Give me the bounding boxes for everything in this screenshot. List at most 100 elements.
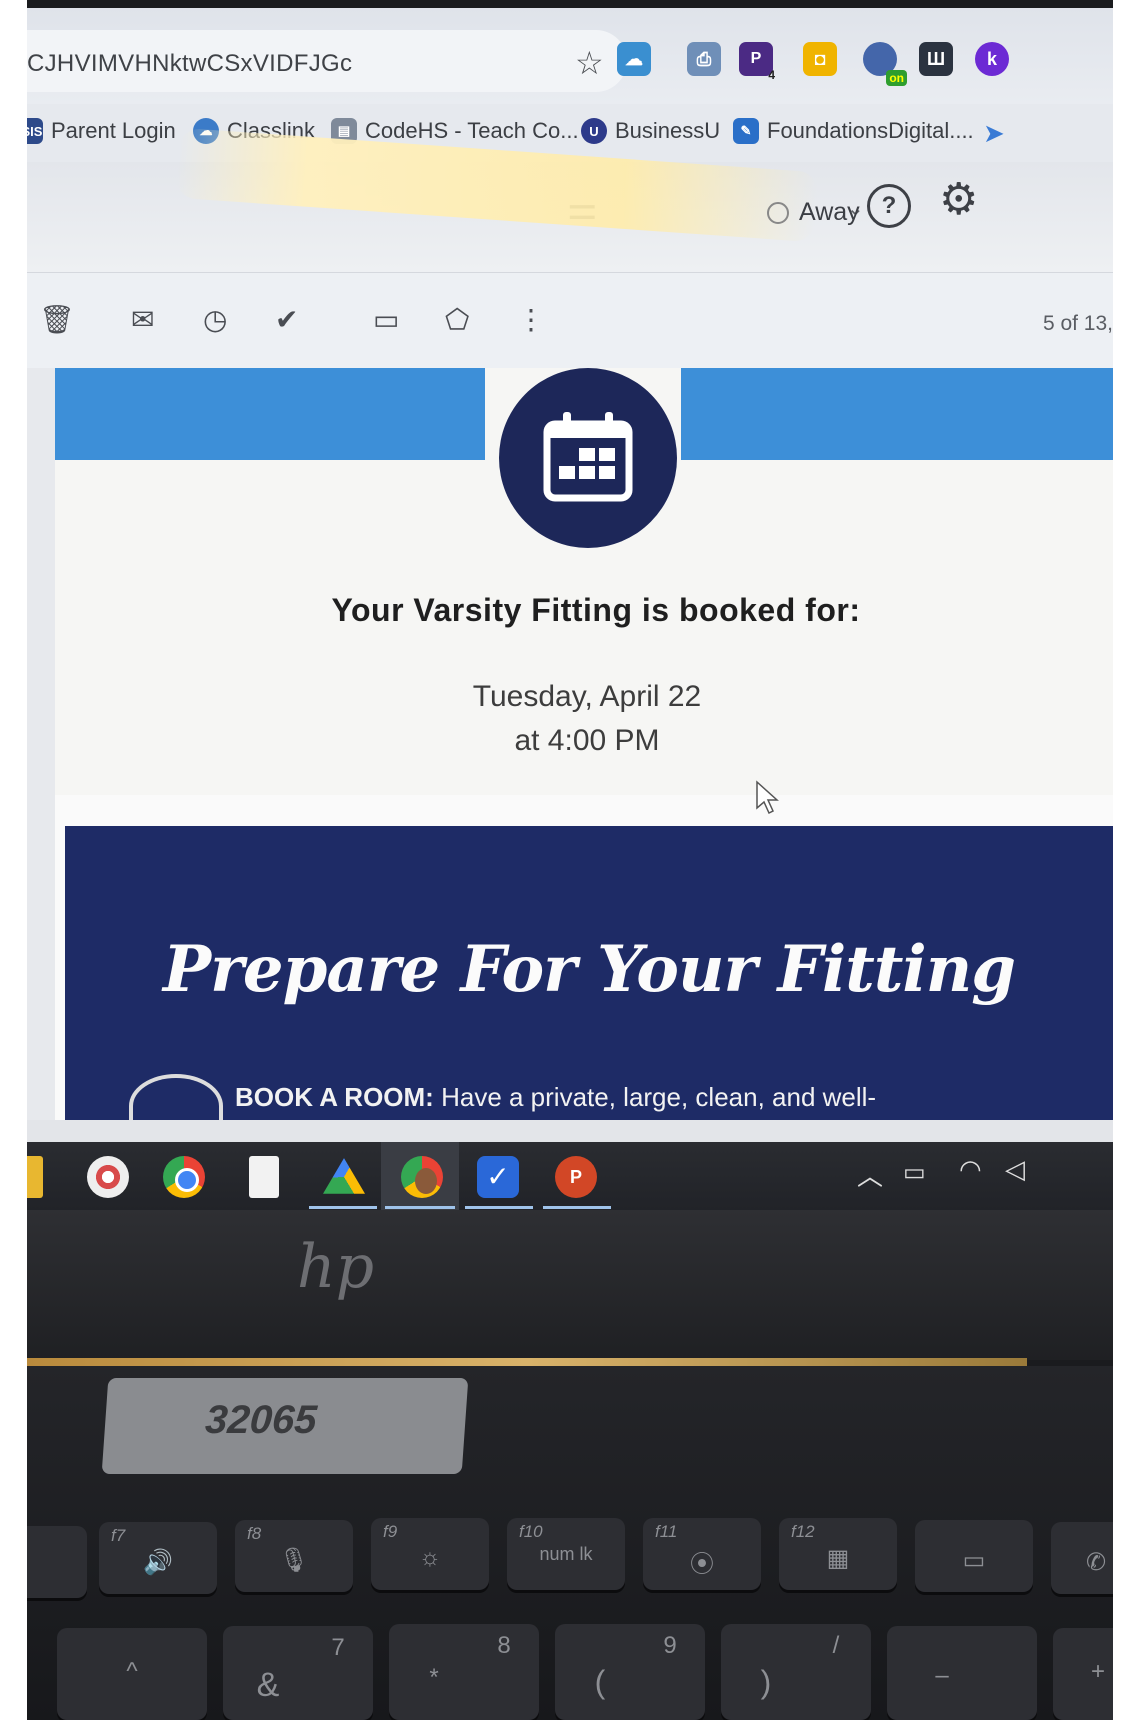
key-symbol: & [256,1666,280,1704]
book-room-text: BOOK A ROOM: Have a private, large, clea… [235,1082,876,1113]
businessu-icon: U [581,118,607,144]
key-plus[interactable]: + [1053,1628,1113,1720]
mark-unread-icon[interactable]: ✉ [131,303,154,336]
extension-on-icon[interactable]: on [863,42,907,86]
chrome-icon[interactable] [163,1156,205,1198]
snooze-clock-icon[interactable]: ◷ [203,303,227,336]
booking-headline: Your Varsity Fitting is booked for: [331,592,861,628]
chrome-profile-icon[interactable] [401,1156,443,1198]
key-symbol: ( [594,1664,606,1700]
foundations-icon: ✎ [733,118,759,144]
key-caret[interactable]: ^ [57,1628,207,1720]
key-f7[interactable]: f7 🔊 [99,1522,217,1594]
brightness-icon: ☼ [419,1544,441,1571]
bookmark-label: FoundationsDigital.... [767,118,974,143]
key-fn-label: f7 [111,1526,126,1545]
status-away[interactable]: Away [767,198,860,227]
bookmark-star-icon[interactable]: ☆ [575,44,604,82]
mic-mute-icon: 🎙 [278,1547,310,1574]
snipping-tool-icon[interactable] [87,1156,129,1198]
key-9[interactable]: ( 9 [555,1624,705,1720]
key-minus[interactable]: – [887,1626,1037,1720]
booking-date: Tuesday, April 22 [472,680,702,713]
help-icon[interactable]: ? [867,184,911,228]
numlock-label: num lk [539,1544,593,1564]
key-7[interactable]: & 7 [223,1626,373,1720]
file-explorer-icon[interactable] [27,1156,43,1198]
delete-trash-icon[interactable]: 🗑 [39,303,75,336]
check-app-icon[interactable]: ✓ [477,1156,519,1198]
calendar-badge [499,368,677,548]
settings-gear-icon[interactable]: ⚙ [939,174,978,225]
key-f12[interactable]: f12 ▦ [779,1518,897,1590]
add-task-icon[interactable]: ✔ [275,303,298,336]
asset-tag-number: 32065 [203,1398,319,1442]
email-body: Your Varsity Fitting is booked for: Tues… [27,368,1113,1138]
mouse-cursor-icon [756,780,779,815]
extension-keep-icon[interactable]: ◘ [803,42,837,76]
drive-active-indicator [309,1206,377,1209]
bookmark-label: Parent Login [51,118,176,143]
extension-tasks-icon[interactable]: P 4 [739,42,775,82]
extension-printer-icon[interactable]: ⎙ [687,42,721,76]
google-drive-icon[interactable] [323,1158,365,1194]
key-symbol: * [429,1664,439,1691]
sis-icon: SIS [27,118,43,144]
powerpoint-icon[interactable]: P [555,1156,597,1198]
display-icon: ▭ [962,1547,986,1574]
book-room-label: BOOK A ROOM: [235,1082,434,1112]
wifi-icon[interactable]: ◠ [959,1154,982,1185]
key-f8[interactable]: f8 🎙 [235,1520,353,1592]
file-icon[interactable] [249,1156,279,1198]
bookmark-foundations[interactable]: ✎ FoundationsDigital.... [733,118,974,144]
booking-time: at 4:00 PM [514,724,660,757]
key-f6[interactable] [27,1526,87,1598]
message-counter: 5 of 13, [1042,312,1113,335]
check-app-indicator [465,1206,533,1209]
key-symbol: + [1090,1658,1105,1685]
extension-k-icon[interactable]: k [975,42,1009,76]
key-f9[interactable]: f9 ☼ [371,1518,489,1590]
bookmark-more-icon[interactable]: ➤ [983,118,1005,149]
airplane-radio-icon: ⦿ [690,1551,714,1578]
key-symbol: ^ [126,1658,138,1685]
status-ring-icon [767,201,789,224]
key-fn-label: f10 [519,1522,543,1541]
key-fn-label: f12 [791,1522,815,1541]
volume-icon[interactable]: ◁ [1005,1154,1025,1185]
extension-cloud-icon[interactable]: ☁ [617,42,651,76]
calendar-key-icon: ▦ [826,1545,850,1572]
bookmark-label: CodeHS - Teach Co... [365,118,579,143]
url-field[interactable]: CJHVIMVHNktwCSxVIDFJGc ☆ [27,30,627,92]
bookmark-parent-login[interactable]: SIS Parent Login [27,118,176,144]
key-8[interactable]: * 8 [389,1624,539,1720]
key-display[interactable]: ▭ [915,1520,1033,1592]
key-symbol: – [935,1662,949,1689]
tray-chevron-icon[interactable]: ︿ [857,1156,883,1193]
key-f11[interactable]: f11 ⦿ [643,1518,761,1590]
extension-badge: 4 [768,68,775,82]
photo-frame: CJHVIMVHNktwCSxVIDFJGc ☆ ☁ ⎙ P 4 ◘ on Ш … [27,0,1113,1720]
label-tag-icon[interactable]: ⬠ [445,303,469,336]
prepare-section: Prepare For Your Fitting BOOK A ROOM: Ha… [65,826,1113,1138]
bookmark-businessu[interactable]: U BusinessU [581,118,720,144]
key-phone[interactable]: ✆ [1051,1522,1113,1594]
screen-bottom-strip [27,1120,1113,1142]
prepare-title: Prepare For Your Fitting [163,932,1016,1007]
hp-logo: hp [297,1232,375,1302]
more-options-icon[interactable]: ⋮ [517,303,545,336]
key-f10[interactable]: f10 num lk [507,1518,625,1590]
volume-up-icon: 🔊 [143,1549,173,1576]
key-fn-label: f11 [655,1522,678,1541]
taskbar: ✓ P ︿ ▭ ◠ ◁ [27,1142,1113,1210]
phone-icon: ✆ [1085,1549,1107,1576]
key-fn-label: f9 [383,1522,398,1541]
move-to-folder-icon[interactable]: ▭ [373,303,399,336]
extension-ii-icon[interactable]: Ш [919,42,953,76]
powerpoint-indicator [543,1206,611,1209]
battery-icon[interactable]: ▭ [903,1158,926,1187]
calendar-icon [543,412,633,502]
key-0[interactable]: ) / [721,1624,871,1720]
address-bar: CJHVIMVHNktwCSxVIDFJGc ☆ ☁ ⎙ P 4 ◘ on Ш … [27,8,1113,104]
extension-on-badge: on [886,70,907,86]
